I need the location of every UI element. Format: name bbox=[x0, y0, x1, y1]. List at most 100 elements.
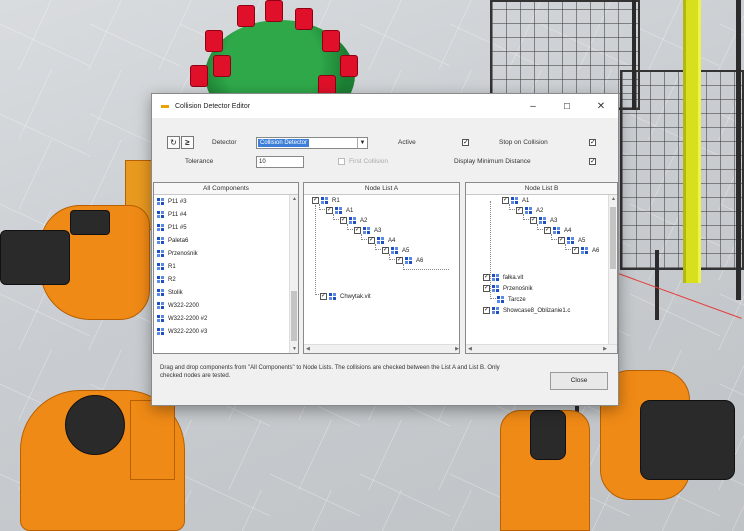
scroll-right-icon[interactable]: ▶ bbox=[603, 346, 607, 352]
tree-node[interactable]: ✓ Showcase8_Oblizanie1.c bbox=[483, 306, 570, 315]
tree-connector bbox=[403, 264, 449, 270]
stop-on-collision-checkbox[interactable]: ✓ bbox=[589, 139, 596, 146]
tree-node[interactable]: ✓ Przenośnik bbox=[483, 284, 533, 293]
instructions-text: Drag and drop components from "All Compo… bbox=[160, 365, 500, 379]
node-checkbox[interactable]: ✓ bbox=[340, 217, 347, 224]
node-checkbox[interactable]: ✓ bbox=[483, 307, 490, 314]
node-checkbox[interactable]: ✓ bbox=[354, 227, 361, 234]
stop-on-collision-label: Stop on Collision bbox=[499, 139, 548, 146]
component-icon bbox=[157, 314, 165, 323]
tree-node[interactable]: ✓ fałka.vit bbox=[483, 273, 523, 282]
list-item[interactable]: P11 #4 bbox=[157, 210, 187, 219]
node-checkbox[interactable]: ✓ bbox=[312, 197, 319, 204]
list-item[interactable]: W322-2200 bbox=[157, 301, 199, 310]
scroll-up-icon[interactable]: ▲ bbox=[292, 196, 297, 202]
vertical-scrollbar[interactable]: ▲ bbox=[608, 195, 617, 344]
safety-fence-panel bbox=[620, 70, 744, 270]
component-icon bbox=[157, 262, 165, 271]
horizontal-scrollbar[interactable]: ◀ ▶ bbox=[466, 344, 617, 353]
component-icon bbox=[157, 236, 165, 245]
component-icon bbox=[157, 301, 165, 310]
list-item[interactable]: Paleta6 bbox=[157, 236, 188, 245]
refresh-icon[interactable]: ↻ bbox=[167, 136, 180, 149]
scrollbar-thumb[interactable] bbox=[610, 207, 616, 269]
component-icon bbox=[492, 306, 500, 315]
list-item[interactable]: Przenośnik bbox=[157, 249, 198, 258]
list-item[interactable]: W322-2200 #2 bbox=[157, 314, 207, 323]
close-window-button[interactable]: ✕ bbox=[584, 94, 618, 118]
tree-node[interactable]: ✓ A6 bbox=[572, 246, 599, 255]
first-collision-checkbox[interactable] bbox=[338, 158, 345, 165]
node-checkbox[interactable]: ✓ bbox=[530, 217, 537, 224]
close-button[interactable]: Close bbox=[550, 372, 608, 390]
all-components-header: All Components bbox=[154, 183, 298, 195]
scroll-down-icon[interactable]: ▼ bbox=[292, 346, 297, 352]
display-minimum-distance-checkbox[interactable]: ✓ bbox=[589, 158, 596, 165]
component-icon bbox=[497, 295, 505, 304]
tolerance-input[interactable]: 10 bbox=[256, 156, 304, 168]
red-gripper-finger bbox=[237, 5, 255, 27]
node-checkbox[interactable]: ✓ bbox=[558, 237, 565, 244]
robot-link-left bbox=[130, 400, 175, 480]
node-list-a-panel[interactable]: Node List A ✓ R1 ✓ A1 ✓ A2 ✓ A3 ✓ A4 ✓ A5 ✓ A6 … bbox=[303, 182, 460, 354]
tree-node[interactable]: ✓ Chwytak.vit bbox=[320, 292, 371, 301]
component-icon bbox=[157, 249, 165, 258]
node-checkbox[interactable]: ✓ bbox=[502, 197, 509, 204]
component-icon bbox=[157, 197, 165, 206]
red-gripper-finger bbox=[265, 0, 283, 22]
vertical-scrollbar[interactable]: ▲ ▼ bbox=[289, 195, 298, 353]
red-gripper-finger bbox=[340, 55, 358, 77]
node-checkbox[interactable]: ✓ bbox=[483, 285, 490, 292]
robot-base-left bbox=[65, 395, 125, 455]
node-checkbox[interactable]: ✓ bbox=[572, 247, 579, 254]
node-checkbox[interactable]: ✓ bbox=[382, 247, 389, 254]
node-checkbox[interactable]: ✓ bbox=[396, 257, 403, 264]
active-label: Active bbox=[398, 139, 416, 146]
list-item[interactable]: R2 bbox=[157, 275, 176, 284]
component-icon bbox=[157, 275, 165, 284]
node-checkbox[interactable]: ✓ bbox=[544, 227, 551, 234]
node-checkbox[interactable]: ✓ bbox=[320, 293, 327, 300]
maximize-button[interactable]: ☐ bbox=[550, 94, 584, 118]
red-gripper-finger bbox=[190, 65, 208, 87]
chevron-down-icon[interactable]: ▼ bbox=[357, 138, 367, 148]
first-collision-label: First Collision bbox=[349, 158, 389, 165]
node-checkbox[interactable]: ✓ bbox=[483, 274, 490, 281]
scroll-left-icon[interactable]: ◀ bbox=[306, 346, 310, 352]
component-icon bbox=[157, 288, 165, 297]
component-icon bbox=[329, 292, 337, 301]
component-icon bbox=[157, 210, 165, 219]
node-list-b-panel[interactable]: Node List B ✓ A1 ✓ A2 ✓ A3 ✓ A4 ✓ A5 ✓ A6 ✓ fał… bbox=[465, 182, 618, 354]
scrollbar-thumb[interactable] bbox=[291, 291, 297, 341]
list-item[interactable]: Stolik bbox=[157, 288, 183, 297]
component-icon bbox=[492, 284, 500, 293]
fence-post bbox=[736, 0, 741, 300]
scroll-left-icon[interactable]: ◀ bbox=[468, 346, 472, 352]
horizontal-scrollbar[interactable]: ◀ ▶ bbox=[304, 344, 459, 353]
detector-select[interactable]: Collision Detector ▼ bbox=[256, 137, 368, 149]
yellow-safety-post bbox=[683, 0, 701, 283]
dialog-title: Collision Detector Editor bbox=[175, 102, 251, 110]
red-gripper-finger bbox=[295, 8, 313, 30]
minimize-button[interactable]: – bbox=[516, 94, 550, 118]
list-item[interactable]: P11 #3 bbox=[157, 197, 187, 206]
list-item[interactable]: W322-2200 #3 bbox=[157, 327, 207, 336]
next-icon[interactable]: ≥ bbox=[181, 136, 194, 149]
scroll-right-icon[interactable]: ▶ bbox=[455, 346, 459, 352]
scroll-up-icon[interactable]: ▲ bbox=[611, 196, 616, 202]
detector-label: Detector bbox=[212, 139, 237, 146]
title-bar[interactable]: Collision Detector Editor – ☐ ✕ bbox=[152, 94, 618, 118]
node-list-b-header: Node List B bbox=[466, 183, 617, 195]
all-components-panel[interactable]: All Components P11 #3 P11 #4 P11 #5 Pale… bbox=[153, 182, 299, 354]
node-checkbox[interactable]: ✓ bbox=[326, 207, 333, 214]
component-icon bbox=[492, 273, 500, 282]
tree-node[interactable]: Tarcze bbox=[497, 295, 526, 304]
list-item[interactable]: P11 #5 bbox=[157, 223, 187, 232]
node-checkbox[interactable]: ✓ bbox=[516, 207, 523, 214]
active-checkbox[interactable]: ✓ bbox=[462, 139, 469, 146]
red-gripper-finger bbox=[205, 30, 223, 52]
node-checkbox[interactable]: ✓ bbox=[368, 237, 375, 244]
node-list-a-header: Node List A bbox=[304, 183, 459, 195]
component-icon bbox=[157, 327, 165, 336]
list-item[interactable]: R1 bbox=[157, 262, 176, 271]
